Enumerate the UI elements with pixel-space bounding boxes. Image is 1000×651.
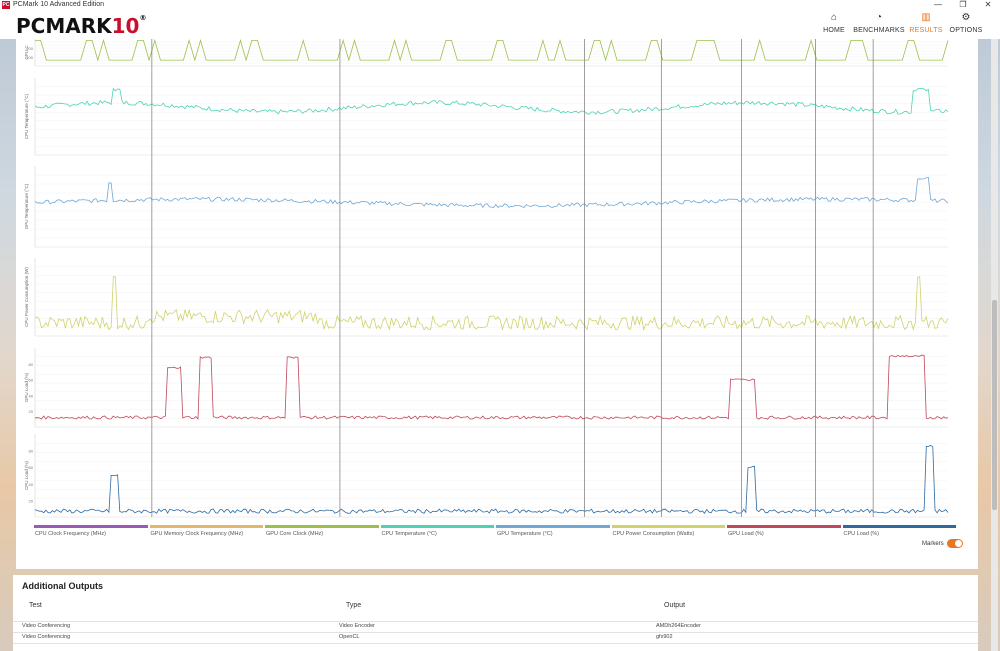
toggle-knob	[955, 540, 962, 547]
brand-name: PCMARK	[16, 14, 112, 38]
legend-swatch[interactable]	[34, 525, 148, 528]
row-divider	[13, 621, 978, 622]
nav-benchmarks-label: BENCHMARKS	[853, 27, 905, 34]
row-0-output: AMDh264Encoder	[656, 623, 701, 629]
panel-tick-label: 80	[29, 362, 34, 367]
legend-label: GPU Core Clock (MHz)	[266, 531, 324, 537]
app-header: PCMARK10® ⌂ HOME ◔ BENCHMARKS ▥ RESULTS …	[0, 10, 1000, 39]
title-bar: PC PCMark 10 Advanced Edition — ❐ ✕	[0, 0, 1000, 10]
panel-tick-label: 80	[29, 449, 34, 454]
minimize-icon[interactable]: —	[928, 0, 948, 10]
panel-ylabel: CPU Temperature (°C)	[24, 93, 29, 139]
markers-label: Markers	[922, 541, 944, 547]
legend-swatch[interactable]	[380, 525, 494, 528]
panel-tick-label: 20	[29, 498, 34, 503]
nav-home[interactable]: ⌂ HOME	[818, 12, 850, 38]
legend-label: CPU Clock Frequency (MHz)	[35, 531, 106, 537]
series-line	[34, 276, 949, 332]
bar-chart-icon: ▥	[921, 12, 931, 23]
brand-version: 10	[111, 14, 140, 38]
gauge-icon: ◔	[875, 12, 883, 23]
nav-options-label: OPTIONS	[949, 27, 983, 34]
panel-tick-label: 60	[29, 378, 34, 383]
home-icon: ⌂	[830, 12, 838, 23]
window-title: PCMark 10 Advanced Edition	[13, 1, 105, 8]
legend-swatch[interactable]	[265, 525, 379, 528]
markers-toggle[interactable]	[947, 539, 963, 548]
series-line	[34, 176, 949, 209]
series-line	[34, 444, 949, 514]
panel-ylabel: CPU Power Consumption (W)	[24, 267, 29, 327]
nav-benchmarks[interactable]: ◔ BENCHMARKS	[852, 12, 906, 38]
nav-results[interactable]: ▥ RESULTS	[908, 12, 944, 38]
nav-home-label: HOME	[823, 27, 845, 34]
nav-options[interactable]: ⚙ OPTIONS	[946, 12, 986, 38]
monitoring-panel: GPU C 200 100 CPU Temperature (°C) GPU Tempe…	[16, 39, 978, 569]
panel-ylabel: GPU Temperature (°C)	[24, 183, 29, 229]
legend-label: GPU Temperature (°C)	[497, 531, 553, 537]
col-header-test: Test	[29, 602, 42, 609]
nav-results-label: RESULTS	[909, 27, 943, 34]
row-0-test: Video Conferencing	[22, 623, 71, 629]
legend-swatch[interactable]	[611, 525, 725, 528]
additional-outputs: Additional Outputs Test Type Output Vide…	[13, 575, 978, 651]
scrollbar-thumb[interactable]	[992, 300, 997, 510]
pcmark-logo: PCMARK10®	[16, 14, 146, 38]
gear-icon: ⚙	[961, 12, 971, 23]
legend-label: CPU Temperature (°C)	[381, 531, 437, 537]
panel-tick-label: 60	[29, 465, 34, 470]
legend-swatch[interactable]	[727, 525, 841, 528]
panel-tick-label: 40	[29, 482, 34, 487]
legend-swatch[interactable]	[149, 525, 263, 528]
series-line	[34, 87, 949, 115]
maximize-icon[interactable]: ❐	[953, 0, 973, 10]
panel-tick-label: 200	[26, 46, 33, 51]
row-1-output: gfx902	[656, 634, 673, 640]
row-1-test: Video Conferencing	[22, 634, 71, 640]
col-header-output: Output	[664, 602, 686, 609]
outputs-title: Additional Outputs	[22, 581, 103, 591]
legend-label: GPU Memory Clock Frequency (MHz)	[150, 531, 244, 537]
row-divider	[13, 632, 978, 633]
close-icon[interactable]: ✕	[978, 0, 998, 10]
legend-swatch[interactable]	[842, 525, 956, 528]
col-header-type: Type	[346, 602, 362, 609]
legend-swatch[interactable]	[496, 525, 610, 528]
hardware-monitoring-chart[interactable]: GPU C200100CPU Temperature (°C)GPU Tempe…	[16, 39, 978, 569]
row-divider	[13, 643, 978, 644]
app-icon: PC	[2, 1, 10, 9]
legend-label: CPU Load (%)	[843, 531, 879, 537]
panel-tick-label: 40	[29, 393, 34, 398]
row-1-type: OpenCL	[339, 634, 360, 640]
brand-reg: ®	[139, 14, 147, 22]
legend-label: GPU Load (%)	[728, 531, 764, 537]
panel-tick-label: 100	[26, 55, 33, 60]
panel-tick-label: 20	[29, 409, 34, 414]
row-0-type: Video Encoder	[339, 623, 375, 629]
legend-label: CPU Power Consumption (Watts)	[612, 531, 695, 537]
